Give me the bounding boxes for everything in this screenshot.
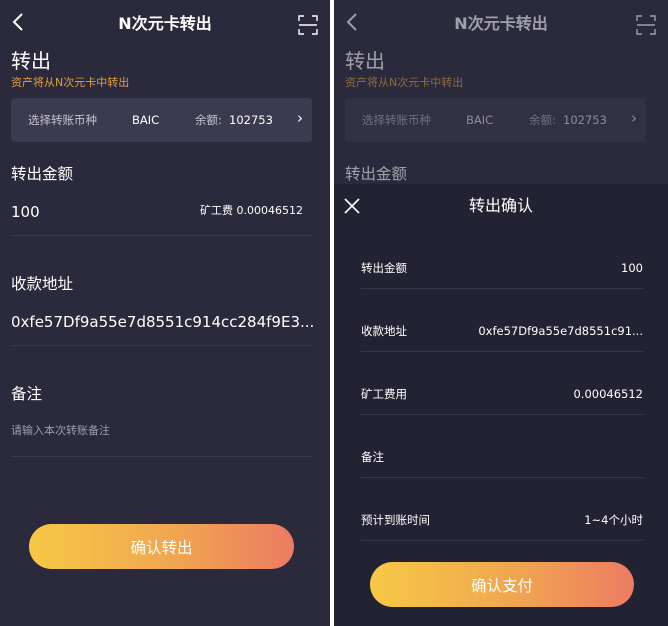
confirm-row-eta: 预计到账时间 1~4个小时 — [361, 501, 643, 541]
selected-coin: BAIC — [466, 113, 494, 127]
section-heading: 转出 — [11, 49, 51, 73]
section-heading: 转出 — [345, 49, 385, 73]
divider — [361, 540, 643, 541]
balance-value: 102753 — [563, 113, 607, 127]
memo-label: 备注 — [11, 385, 43, 403]
transfer-out-screen: N次元卡转出 转出 资产将从N次元卡中转出 选择转账币种 BAIC 余额: 10… — [0, 0, 330, 626]
row-key: 转出金额 — [361, 261, 407, 275]
section-subtitle: 资产将从N次元卡中转出 — [11, 76, 130, 89]
selected-coin: BAIC — [132, 113, 160, 127]
row-key: 收款地址 — [361, 324, 407, 338]
top-bar: N次元卡转出 — [0, 0, 330, 48]
row-value: 1~4个小时 — [584, 513, 643, 527]
divider — [11, 345, 312, 346]
divider — [11, 235, 312, 236]
memo-input[interactable]: 请输入本次转账备注 — [11, 424, 110, 438]
coin-selector[interactable]: 选择转账币种 BAIC 余额: 102753 › — [11, 98, 312, 142]
address-input[interactable]: 0xfe57Df9a55e7d8551c914cc284f9E3... — [11, 312, 314, 332]
confirm-pay-button[interactable]: 确认支付 — [370, 562, 634, 607]
confirm-row-memo: 备注 — [361, 438, 643, 478]
row-key: 矿工费用 — [361, 387, 407, 401]
row-value: 0xfe57Df9a55e7d8551c91... — [478, 324, 643, 338]
confirm-row-address: 收款地址 0xfe57Df9a55e7d8551c91... — [361, 312, 643, 352]
section-subtitle: 资产将从N次元卡中转出 — [345, 76, 464, 89]
confirm-sheet: 转出确认 转出金额 100 收款地址 0xfe57Df9a55e7d8551c9… — [334, 184, 668, 626]
row-key: 备注 — [361, 450, 384, 464]
coin-selector-label: 选择转账币种 — [362, 113, 431, 127]
row-value: 0.00046512 — [573, 387, 643, 401]
divider — [361, 288, 643, 289]
confirm-row-amount: 转出金额 100 — [361, 249, 643, 289]
amount-label: 转出金额 — [11, 165, 74, 183]
chevron-right-icon: › — [297, 109, 303, 127]
miner-fee: 矿工费 0.00046512 — [200, 204, 303, 218]
address-label: 收款地址 — [11, 275, 74, 293]
row-key: 预计到账时间 — [361, 513, 430, 527]
transfer-confirm-screen: N次元卡转出 转出 资产将从N次元卡中转出 选择转账币种 BAIC 余额: 10… — [334, 0, 668, 626]
chevron-right-icon: › — [631, 109, 637, 127]
sheet-title: 转出确认 — [468, 196, 533, 215]
divider — [361, 414, 643, 415]
divider — [361, 351, 643, 352]
miner-fee-value: 0.00046512 — [236, 204, 303, 217]
page-title: N次元卡转出 — [118, 14, 212, 33]
divider — [361, 477, 643, 478]
scan-icon[interactable] — [298, 15, 318, 35]
top-bar: N次元卡转出 — [334, 0, 668, 48]
confirm-transfer-button[interactable]: 确认转出 — [29, 524, 294, 569]
page-title: N次元卡转出 — [454, 14, 548, 33]
coin-selector-label: 选择转账币种 — [28, 113, 97, 127]
amount-input[interactable]: 100 — [11, 202, 40, 222]
balance-label: 余额: — [195, 113, 222, 127]
amount-label: 转出金额 — [345, 165, 408, 183]
background-form: N次元卡转出 转出 资产将从N次元卡中转出 选择转账币种 BAIC 余额: 10… — [334, 0, 668, 184]
row-value: 100 — [621, 261, 643, 275]
miner-fee-label: 矿工费 — [200, 204, 234, 217]
divider — [11, 456, 312, 457]
coin-selector: 选择转账币种 BAIC 余额: 102753 › — [345, 98, 646, 142]
balance-value: 102753 — [229, 113, 273, 127]
scan-icon[interactable] — [636, 15, 656, 35]
balance-label: 余额: — [529, 113, 556, 127]
confirm-row-fee: 矿工费用 0.00046512 — [361, 375, 643, 415]
